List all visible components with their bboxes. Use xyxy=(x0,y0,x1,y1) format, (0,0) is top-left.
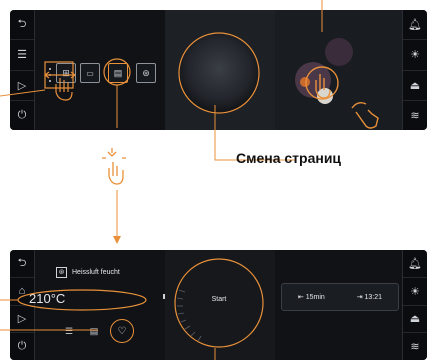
annotation-overlay-bottom xyxy=(0,289,216,360)
highlight-circle xyxy=(103,58,131,86)
swipe-hand-icon xyxy=(44,71,76,101)
touch-hand-icon xyxy=(305,66,339,100)
page-swipe-hand-icon xyxy=(351,101,379,129)
temperature-highlight xyxy=(17,289,147,311)
caption-page-change: Смена страниц xyxy=(236,150,342,166)
tap-hand-icon xyxy=(102,148,126,185)
annotation-overlay-top xyxy=(0,0,379,244)
